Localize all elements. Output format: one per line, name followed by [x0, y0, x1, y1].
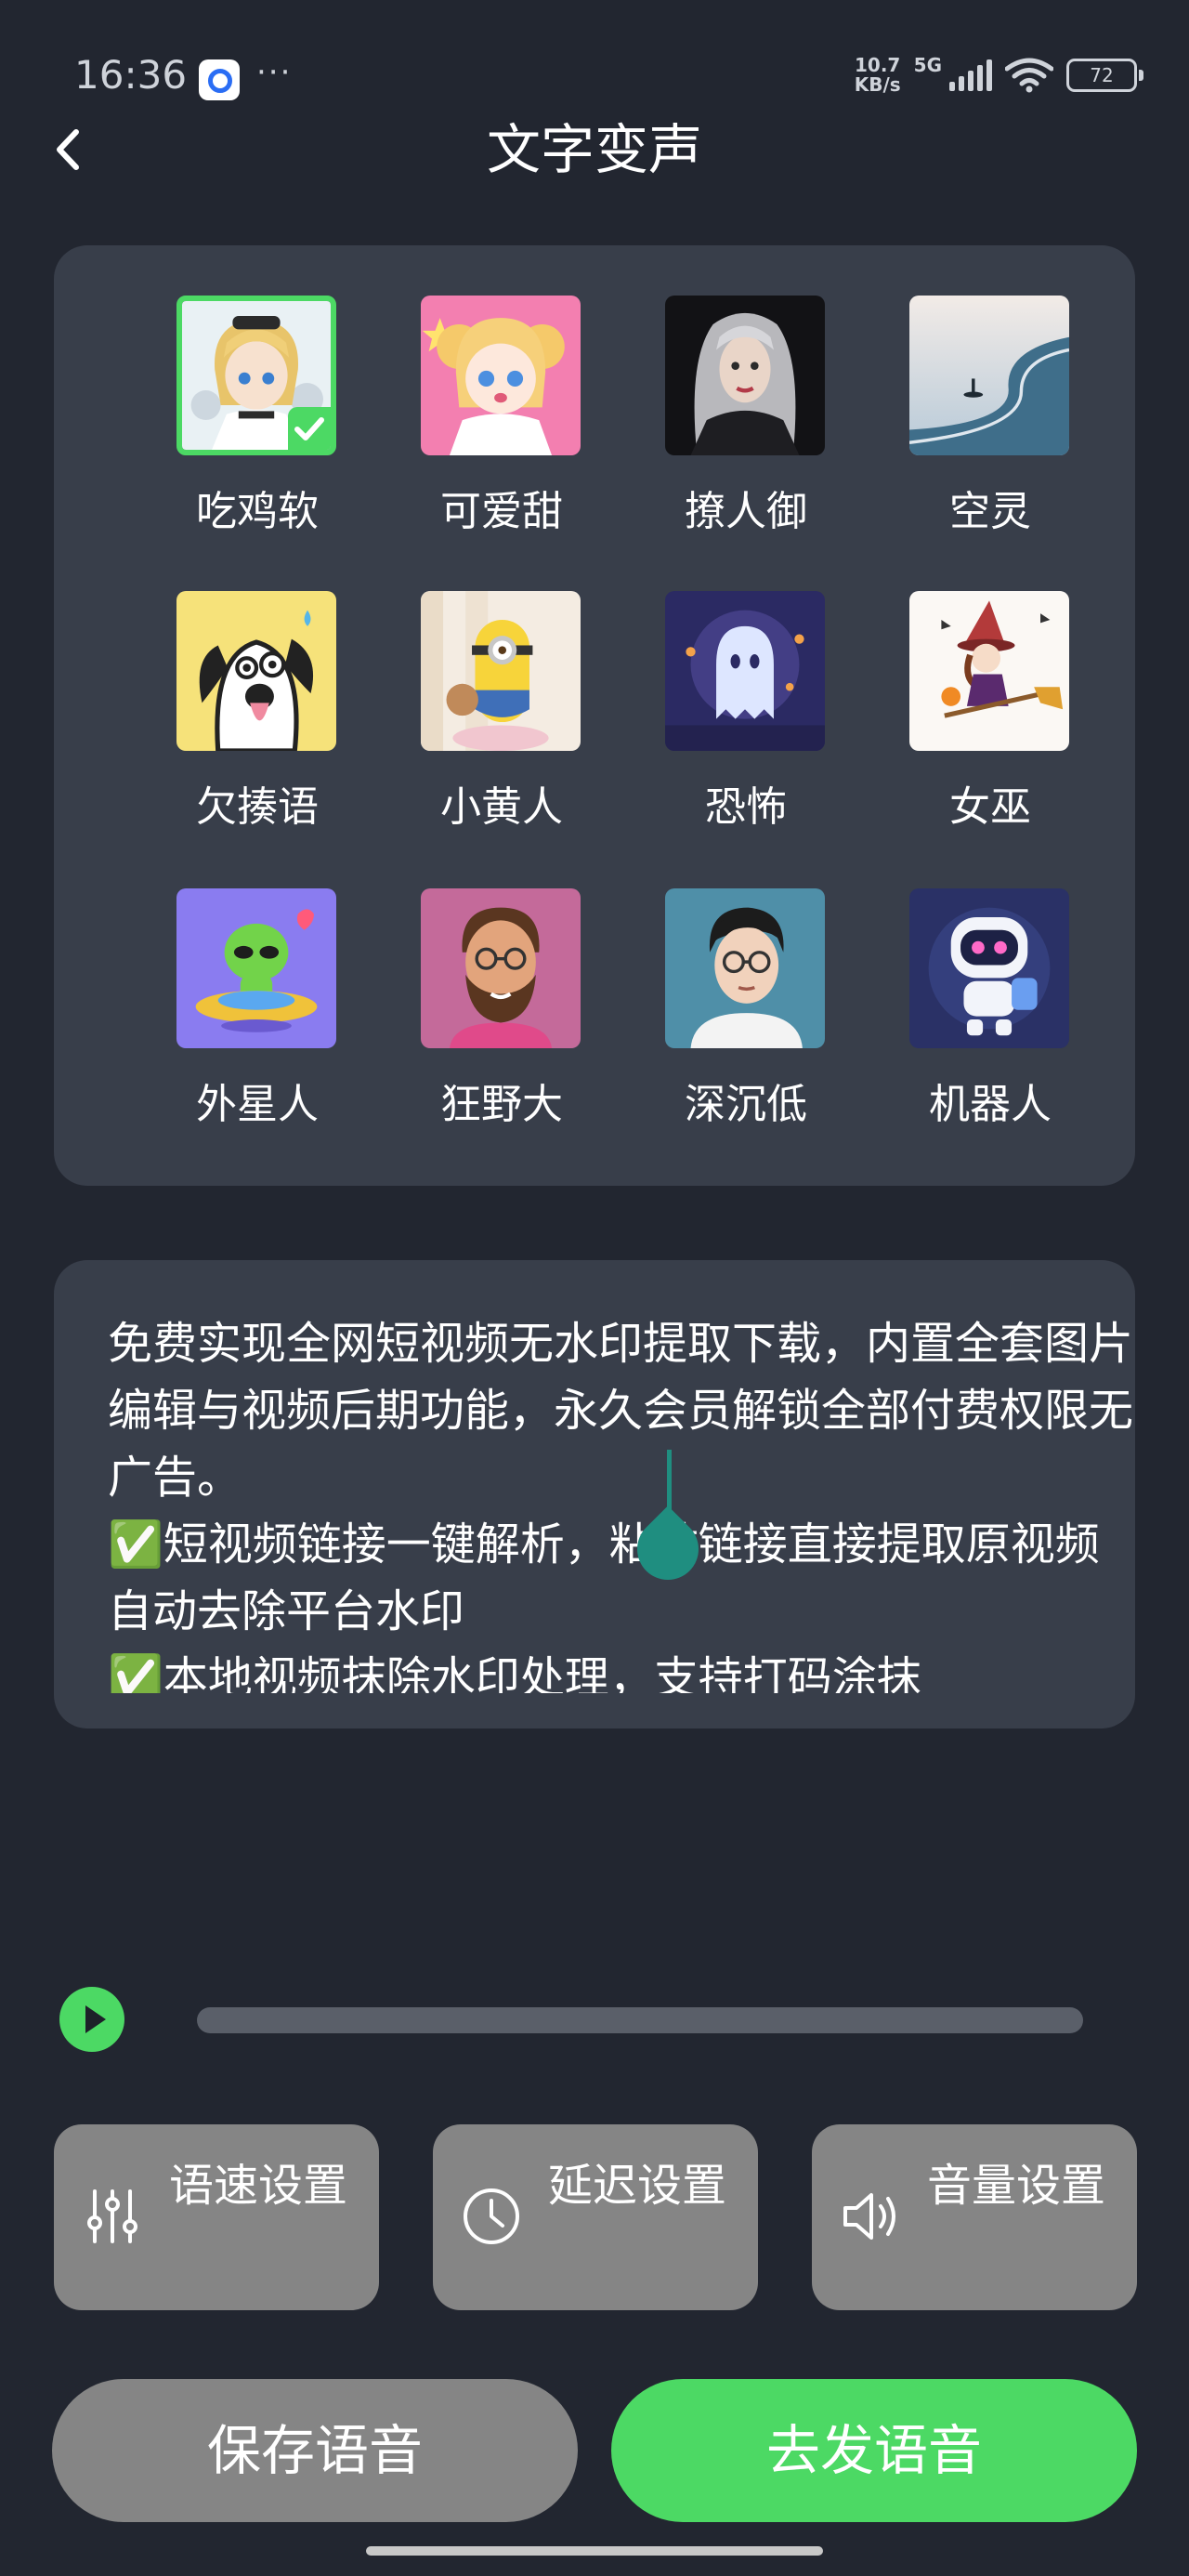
voice-label: 小黄人	[440, 783, 563, 831]
network-speed: 10.7 KB/s	[855, 56, 901, 95]
voice-label: 机器人	[929, 1081, 1052, 1128]
voice-avatar	[176, 296, 336, 455]
battery-indicator: 72	[1066, 59, 1143, 92]
voice-option-cute-sweet[interactable]: 可爱甜	[397, 245, 582, 535]
app-notification-icon	[199, 59, 240, 100]
voice-label: 欠揍语	[196, 783, 319, 831]
voice-label: 吃鸡软	[196, 488, 319, 535]
voice-option-flirty-mature[interactable]: 撩人御	[641, 245, 827, 535]
audio-player	[54, 1987, 1135, 2054]
signal-icon	[949, 59, 992, 91]
voice-avatar	[421, 296, 581, 455]
delay-settings-button[interactable]: 延迟设置	[433, 2124, 758, 2310]
send-voice-button[interactable]: 去发语音	[611, 2379, 1137, 2522]
network-type: 5G	[913, 54, 942, 76]
text-input-card[interactable]: 免费实现全网短视频无水印提取下载，内置全套图片编辑与视频后期功能，永久会员解锁全…	[54, 1260, 1135, 1728]
voice-option-wild-uncle[interactable]: 狂野大	[397, 838, 582, 1128]
app-header: 文字变声	[0, 104, 1189, 197]
play-button[interactable]	[59, 1987, 124, 2052]
speed-settings-button[interactable]: 语速设置	[54, 2124, 379, 2310]
home-indicator[interactable]	[366, 2546, 823, 2556]
voice-avatar	[909, 888, 1069, 1048]
sliders-icon	[87, 2189, 137, 2243]
voice-option-chicken-soft[interactable]: 吃鸡软	[152, 245, 338, 535]
text-input[interactable]: 免费实现全网短视频无水印提取下载，内置全套图片编辑与视频后期功能，永久会员解锁全…	[108, 1310, 1135, 1693]
volume-settings-label: 音量设置	[926, 2160, 1105, 2212]
voice-option-annoying[interactable]: 欠揍语	[152, 541, 338, 831]
status-time: 16:36	[74, 52, 188, 98]
voice-label: 女巫	[949, 783, 1031, 831]
voice-avatar	[176, 888, 336, 1048]
voice-avatar	[176, 591, 336, 751]
voice-avatar	[421, 888, 581, 1048]
voice-label: 恐怖	[705, 783, 787, 831]
selected-check-icon	[288, 407, 331, 450]
voice-avatar	[665, 591, 825, 751]
page-title: 文字变声	[486, 118, 702, 181]
delay-settings-label: 延迟设置	[547, 2160, 726, 2212]
voice-avatar	[909, 591, 1069, 751]
status-right: 10.7 KB/s 5G 72	[855, 54, 1143, 97]
voice-avatar	[665, 296, 825, 455]
voice-label: 可爱甜	[440, 488, 563, 535]
save-voice-button[interactable]: 保存语音	[52, 2379, 578, 2522]
speaker-icon	[843, 2193, 895, 2240]
voice-option-witch[interactable]: 女巫	[885, 541, 1071, 831]
voice-label: 狂野大	[440, 1081, 563, 1128]
voice-grid: 吃鸡软 可爱甜 撩人御 空灵 欠揍语 小黄人 恐怖 女巫 外星人 狂野大 深沉低…	[54, 245, 1135, 1186]
voice-option-minion[interactable]: 小黄人	[397, 541, 582, 831]
voice-avatar	[421, 591, 581, 751]
more-notifications-icon: ···	[256, 54, 293, 91]
voice-option-deep-low[interactable]: 深沉低	[641, 838, 827, 1128]
voice-avatar	[909, 296, 1069, 455]
clock-icon	[464, 2188, 519, 2244]
voice-option-robot[interactable]: 机器人	[885, 838, 1071, 1128]
voice-label: 空灵	[949, 488, 1031, 535]
voice-label: 外星人	[196, 1081, 319, 1128]
wifi-icon	[1005, 58, 1053, 93]
speed-settings-label: 语速设置	[168, 2160, 347, 2212]
voice-label: 深沉低	[685, 1081, 807, 1128]
voice-label: 撩人御	[685, 488, 807, 535]
volume-settings-button[interactable]: 音量设置	[812, 2124, 1137, 2310]
voice-avatar	[665, 888, 825, 1048]
voice-option-alien[interactable]: 外星人	[152, 838, 338, 1128]
network-speed-unit: KB/s	[854, 73, 901, 96]
voice-option-ethereal[interactable]: 空灵	[885, 245, 1071, 535]
network-speed-value: 10.7	[855, 54, 901, 76]
voice-option-horror[interactable]: 恐怖	[641, 541, 827, 831]
progress-slider[interactable]	[197, 2007, 1083, 2033]
